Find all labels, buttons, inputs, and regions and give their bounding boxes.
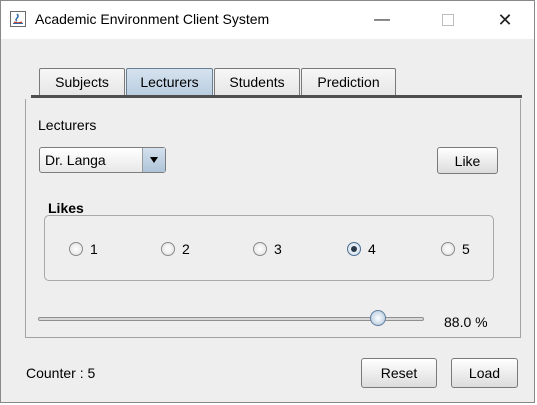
tab-divider xyxy=(31,95,522,98)
minimize-button[interactable]: — xyxy=(359,1,405,39)
tab-label: Students xyxy=(229,74,285,90)
radio-label: 2 xyxy=(182,241,190,257)
likes-option-5[interactable]: 5 xyxy=(441,240,470,258)
lecturers-panel: Lecturers Dr. Langa Like Likes 1 2 3 4 5… xyxy=(25,99,521,338)
java-app-icon xyxy=(10,11,26,27)
chevron-down-icon xyxy=(142,148,165,172)
like-button[interactable]: Like xyxy=(437,147,498,174)
radio-label: 4 xyxy=(368,241,376,257)
counter-label: Counter : 5 xyxy=(26,365,96,381)
likes-slider-track[interactable] xyxy=(38,317,424,321)
reset-button[interactable]: Reset xyxy=(361,358,437,388)
tab-subjects[interactable]: Subjects xyxy=(39,68,125,95)
radio-button-icon xyxy=(253,242,267,256)
likes-option-2[interactable]: 2 xyxy=(161,240,190,258)
likes-option-4[interactable]: 4 xyxy=(347,240,376,258)
radio-button-icon xyxy=(161,242,175,256)
like-button-label: Like xyxy=(454,152,481,169)
close-button[interactable]: ✕ xyxy=(482,1,528,39)
tab-label: Prediction xyxy=(317,74,380,90)
maximize-icon xyxy=(442,14,454,26)
tab-label: Subjects xyxy=(55,74,109,90)
lecturers-heading: Lecturers xyxy=(38,117,97,133)
likes-option-3[interactable]: 3 xyxy=(253,240,282,258)
tab-bar: Subjects Lecturers Students Prediction xyxy=(1,39,534,99)
radio-button-selected-icon xyxy=(347,242,361,256)
likes-slider-thumb[interactable] xyxy=(369,310,386,326)
minimize-icon: — xyxy=(374,11,390,28)
tab-students[interactable]: Students xyxy=(214,68,300,95)
window-title: Academic Environment Client System xyxy=(35,11,270,27)
load-button-label: Load xyxy=(468,365,501,381)
reset-button-label: Reset xyxy=(380,365,418,381)
tab-prediction[interactable]: Prediction xyxy=(301,68,396,95)
radio-label: 5 xyxy=(462,241,470,257)
radio-label: 3 xyxy=(274,241,282,257)
lecturer-select[interactable]: Dr. Langa xyxy=(39,147,166,173)
likes-option-1[interactable]: 1 xyxy=(69,240,98,258)
title-bar: Academic Environment Client System — ✕ xyxy=(1,1,534,39)
app-window: Academic Environment Client System — ✕ S… xyxy=(0,0,535,403)
likes-radio-group: 1 2 3 4 5 xyxy=(44,215,494,281)
tab-lecturers[interactable]: Lecturers xyxy=(126,68,213,95)
radio-label: 1 xyxy=(90,241,98,257)
slider-readout: 88.0 % xyxy=(444,314,488,330)
lecturer-select-value: Dr. Langa xyxy=(45,152,106,168)
radio-button-icon xyxy=(69,242,83,256)
close-icon: ✕ xyxy=(497,9,513,30)
maximize-button[interactable] xyxy=(425,1,471,39)
likes-group-title: Likes xyxy=(48,200,84,216)
tab-label: Lecturers xyxy=(140,74,199,90)
radio-button-icon xyxy=(441,242,455,256)
load-button[interactable]: Load xyxy=(451,358,518,388)
